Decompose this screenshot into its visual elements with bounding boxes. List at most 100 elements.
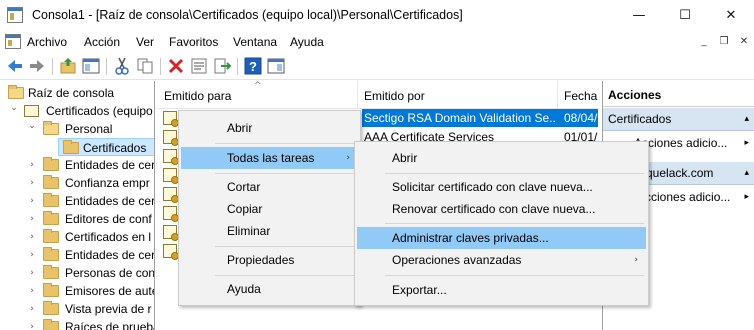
menu-separator: [385, 275, 644, 276]
column-header-fecha[interactable]: Fecha: [564, 89, 597, 103]
ctx-eliminar[interactable]: Eliminar: [181, 220, 358, 242]
forward-icon[interactable]: [27, 56, 47, 76]
menu-ver[interactable]: Ver: [136, 35, 154, 49]
menu-ventana[interactable]: Ventana: [233, 35, 277, 49]
tree-item-personal[interactable]: ⌄ Personal: [0, 117, 154, 138]
expand-arrow-icon[interactable]: ›: [27, 228, 37, 246]
actions-section-certificados[interactable]: Certificados ▴: [603, 108, 754, 131]
cell-issued-by: Sectigo RSA Domain Validation Se...: [362, 109, 557, 127]
ctx-propiedades[interactable]: Propiedades: [181, 249, 358, 271]
ctx-cortar[interactable]: Cortar: [181, 176, 358, 198]
ctx-abrir[interactable]: Abrir: [181, 117, 358, 139]
tree-item-label: Certificados en l: [65, 230, 152, 244]
collapse-section-icon[interactable]: ▴: [744, 162, 749, 185]
collapse-arrow-icon[interactable]: ⌄: [9, 99, 19, 117]
tree-item-editores[interactable]: › Editores de conf: [0, 210, 154, 228]
export-list-icon[interactable]: [212, 56, 232, 76]
copy-icon[interactable]: [135, 56, 155, 76]
properties-icon[interactable]: [189, 56, 209, 76]
menu-ayuda[interactable]: Ayuda: [290, 35, 324, 49]
menu-accion[interactable]: Acción: [84, 35, 120, 49]
sub-operaciones-avanzadas[interactable]: Operaciones avanzadas ›: [357, 249, 646, 271]
window-title: Consola1 - [Raíz de consola\Certificados…: [32, 8, 463, 22]
minimize-button[interactable]: —: [616, 0, 662, 31]
console-system-menu-icon[interactable]: [5, 34, 21, 49]
tree-item-entidades-3[interactable]: › Entidades de cer: [0, 246, 154, 264]
folder-icon: [43, 193, 59, 207]
cut-icon[interactable]: [112, 56, 132, 76]
menu-separator: [215, 246, 354, 247]
menu-separator: [215, 173, 354, 174]
collapse-arrow-icon[interactable]: ⌄: [27, 117, 37, 135]
sub-renovar-certificado[interactable]: Renovar certificado con clave nueva...: [357, 198, 646, 220]
expand-arrow-icon[interactable]: ›: [27, 156, 37, 174]
list-header: ^ Emitido para Emitido por Fecha: [157, 81, 598, 109]
tree-item-personas[interactable]: › Personas de con: [0, 264, 154, 282]
folder-icon: [43, 175, 59, 189]
tree-item-confianza[interactable]: › Confianza empr: [0, 174, 154, 192]
certificate-icon: [163, 244, 179, 260]
child-close-button[interactable]: ✕: [736, 34, 752, 50]
certificate-icon: [163, 149, 179, 165]
menu-separator: [215, 275, 354, 276]
tree-item-label: Certificados: [83, 141, 147, 155]
show-hide-action-pane-icon[interactable]: [266, 56, 286, 76]
ctx-copiar[interactable]: Copiar: [181, 198, 358, 220]
close-button[interactable]: ✕: [708, 0, 754, 31]
tree-item-certificados-en[interactable]: › Certificados en l: [0, 228, 154, 246]
maximize-button[interactable]: ☐: [662, 0, 708, 31]
title-bar: Consola1 - [Raíz de consola\Certificados…: [0, 0, 754, 31]
folder-icon: [8, 85, 24, 99]
sub-abrir[interactable]: Abrir: [357, 147, 646, 169]
tree-item-entidades-1[interactable]: › Entidades de cer: [0, 156, 155, 174]
expand-arrow-icon[interactable]: ›: [27, 210, 37, 228]
tree-item-certificados[interactable]: Certificados: [58, 138, 154, 156]
folder-icon: [43, 247, 59, 261]
child-minimize-button[interactable]: _: [696, 34, 712, 50]
menu-separator: [215, 143, 354, 144]
sub-solicitar-certificado[interactable]: Solicitar certificado con clave nueva...: [357, 176, 646, 198]
child-restore-button[interactable]: ❐: [716, 34, 732, 50]
delete-icon[interactable]: [166, 56, 186, 76]
certificate-icon: [163, 130, 179, 146]
menu-archivo[interactable]: Archivo: [27, 35, 67, 49]
column-divider[interactable]: [557, 81, 558, 109]
ctx-todas-las-tareas[interactable]: Todas las tareas ›: [181, 147, 358, 169]
back-icon[interactable]: [5, 56, 25, 76]
expand-arrow-icon[interactable]: ›: [27, 300, 37, 318]
actions-section-label: Certificados: [608, 112, 672, 126]
mmc-app-icon[interactable]: [7, 7, 23, 23]
console-tree-pane[interactable]: Raíz de consola ⌄ Certificados (equipo ⌄…: [0, 81, 155, 330]
expand-arrow-icon[interactable]: ›: [27, 192, 37, 210]
submenu-todas-las-tareas: Abrir Solicitar certificado con clave nu…: [354, 141, 649, 306]
column-header-emitido-por[interactable]: Emitido por: [364, 89, 425, 103]
expand-arrow-icon[interactable]: ›: [27, 282, 37, 300]
menu-favoritos[interactable]: Favoritos: [169, 35, 218, 49]
tree-item-entidades-2[interactable]: › Entidades de cer: [0, 192, 155, 210]
tree-item-vista-previa[interactable]: › Vista previa de r: [0, 300, 154, 318]
tree-item-emisores[interactable]: › Emisores de aute: [0, 282, 154, 300]
expand-arrow-icon[interactable]: ›: [27, 264, 37, 282]
column-divider[interactable]: [357, 81, 358, 109]
submenu-arrow-icon: ▸: [744, 138, 749, 148]
sub-administrar-claves-privadas[interactable]: Administrar claves privadas...: [357, 227, 646, 249]
tree-item-label: Entidades de cer: [65, 158, 155, 172]
sub-item-label: Operaciones avanzadas: [392, 253, 522, 267]
folder-icon: [43, 157, 59, 171]
tree-item-raiz[interactable]: Raíz de consola: [0, 84, 154, 102]
tree-item-certificados-equipo[interactable]: ⌄ Certificados (equipo: [0, 99, 154, 120]
expand-arrow-icon[interactable]: ›: [27, 318, 37, 330]
toolbar-separator: [237, 58, 238, 75]
sub-exportar[interactable]: Exportar...: [357, 279, 646, 301]
column-header-emitido-para[interactable]: Emitido para: [164, 89, 231, 103]
show-hide-tree-icon[interactable]: [81, 56, 101, 76]
up-folder-icon[interactable]: [58, 56, 78, 76]
ctx-ayuda[interactable]: Ayuda: [181, 278, 358, 300]
help-icon[interactable]: ?: [243, 56, 263, 76]
tree-item-label: Entidades de cer: [65, 194, 155, 208]
tree-item-raices-prueba[interactable]: › Raíces de prueba: [0, 318, 154, 330]
expand-arrow-icon[interactable]: ›: [27, 174, 37, 192]
expand-arrow-icon[interactable]: ›: [27, 246, 37, 264]
collapse-section-icon[interactable]: ▴: [744, 108, 749, 131]
ctx-item-label: Todas las tareas: [227, 151, 315, 165]
